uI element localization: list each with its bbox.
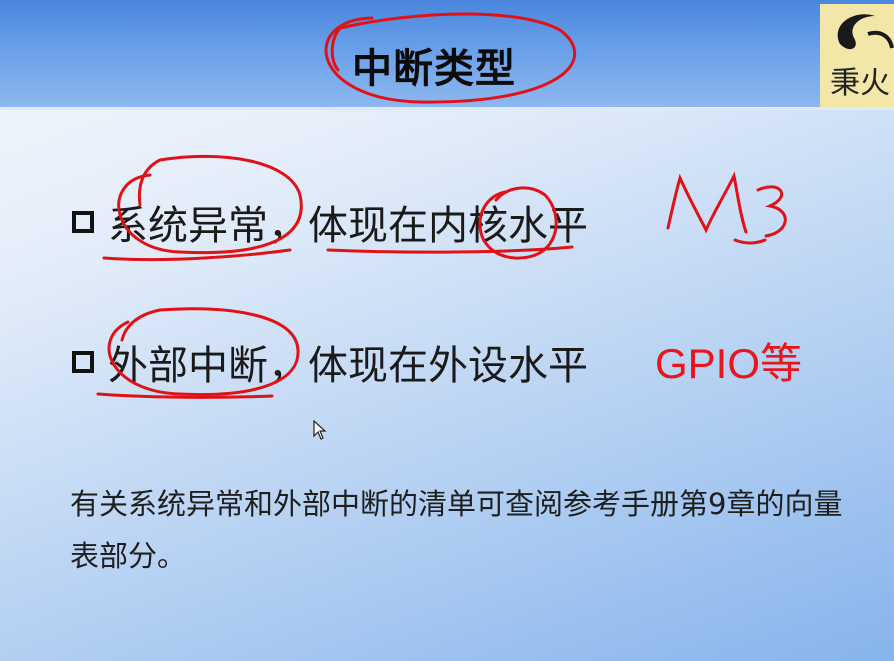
body-paragraph: 有关系统异常和外部中断的清单可查阅参考手册第9章的向量表部分。 (70, 487, 843, 573)
external-underline-stroke (96, 392, 274, 399)
square-bullet-icon (72, 211, 94, 233)
logo-text: 秉火 (830, 66, 890, 101)
logo-swirl-icon (837, 14, 894, 50)
slide-title: 中断类型 (352, 46, 516, 92)
red-annotation: GPIO等 (655, 340, 803, 387)
bullet-item-external-interrupts: 外部中断，体现在外设水平 (72, 333, 588, 391)
m3-three-stroke (756, 185, 787, 238)
m3-handwriting-stroke (666, 171, 748, 234)
bullet-text: 系统异常，体现在内核水平 (108, 203, 588, 249)
brand-logo: 秉火 (820, 4, 894, 110)
square-bullet-icon (72, 351, 94, 373)
slide-header: 中断类型 秉火 (0, 0, 894, 110)
exceptions-underline-stroke (102, 248, 292, 262)
mouse-cursor-icon (313, 420, 327, 440)
bullet-text: 外部中断，体现在外设水平 (108, 343, 588, 389)
m3-underscore-stroke (733, 238, 767, 245)
bullet-item-exceptions: 系统异常，体现在内核水平 (72, 193, 588, 251)
